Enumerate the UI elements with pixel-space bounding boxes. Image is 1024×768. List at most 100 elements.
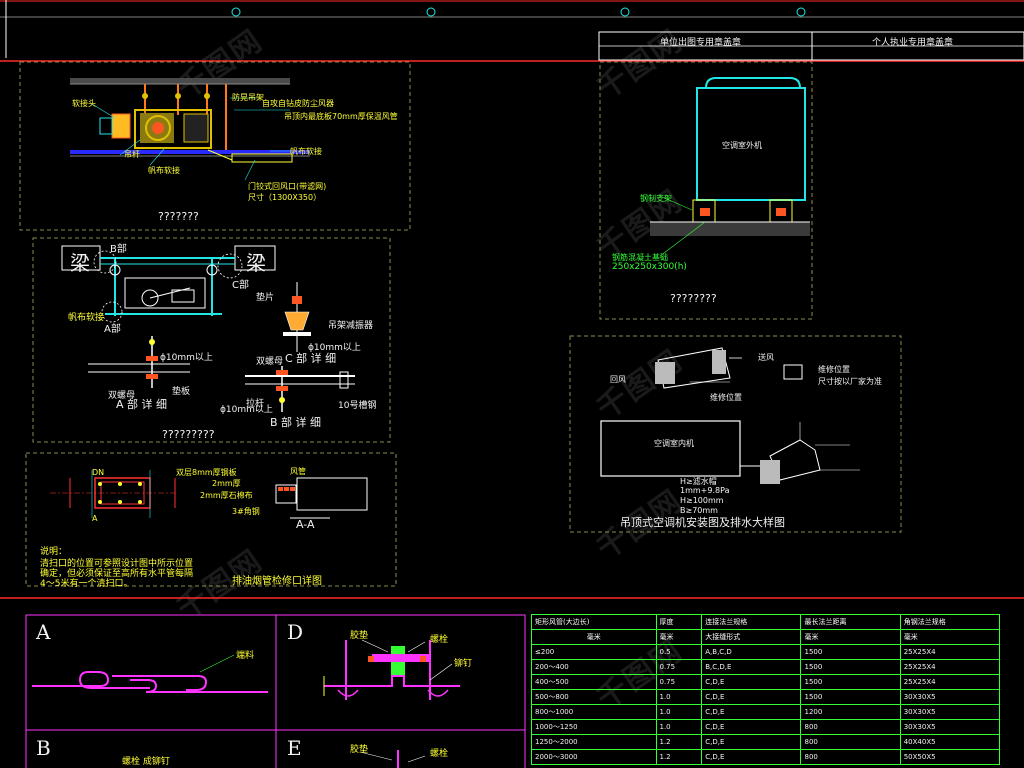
table-cell: B,C,D,E: [701, 659, 802, 675]
detail1-label: 吊顶内最底板70mm厚保温风管: [284, 112, 398, 121]
detail2-label: A部: [104, 324, 121, 335]
detail2-label: B部: [110, 244, 127, 255]
beam-left-label: 梁: [70, 251, 90, 275]
table-cell: 800: [800, 734, 901, 750]
detail1-label: 尺寸（1300X350）: [248, 193, 322, 202]
table-cell: 200～400: [531, 659, 657, 675]
detail2-label: C部: [232, 280, 249, 291]
detail3-caption: 排油烟管检修口详图: [232, 576, 322, 587]
table-unit: 毫米: [899, 629, 1001, 645]
table-cell: C,D,E: [701, 704, 802, 720]
table-cell: 500～800: [531, 689, 657, 705]
table-header: 厚度: [655, 614, 703, 630]
detail5-label: H≥100mm: [680, 496, 724, 505]
detail5-label: 尺寸按以厂家为准: [818, 377, 882, 386]
detail1-label: 帆布软接: [148, 166, 180, 175]
joint-d-label: 螺栓: [430, 635, 449, 645]
table-cell: 50X50X5: [899, 749, 1001, 765]
indoor-unit-label: 空调室内机: [654, 439, 694, 448]
table-cell: ≤200: [531, 644, 657, 660]
table-row: ≤200 0.5 A,B,C,D 1500 25X25X4: [531, 644, 1001, 660]
table-cell: C,D,E: [701, 674, 802, 690]
joint-a-label: 端料: [236, 651, 255, 661]
table-header: 最长法兰距离: [800, 614, 901, 630]
table-header: 矩形风管(大边长): [531, 614, 657, 630]
table-cell: C,D,E: [701, 719, 802, 735]
beam-right-label: 梁: [246, 251, 266, 275]
table-cell: 800: [800, 749, 901, 765]
table-row: 800～1000 1.0 C,D,E 1200 30X30X5: [531, 704, 1001, 720]
detail2-label: B 部 详 细: [270, 416, 322, 429]
detail3-label: 3#角钢: [232, 507, 260, 516]
detail2-label: C 部 详 细: [285, 352, 337, 365]
detail5-label: 1mm+9.8Pa: [680, 486, 730, 495]
table-cell: 2000～3000: [531, 749, 657, 765]
table-cell: 25X25X4: [899, 659, 1001, 675]
detail2-label: ϕ10mm以上: [160, 353, 213, 363]
table-cell: 0.5: [655, 644, 703, 660]
detail3-label: DN: [92, 468, 105, 477]
table-unit: 毫米: [800, 629, 901, 645]
table-cell: 1500: [800, 689, 901, 705]
detail2-label-phi: ϕ10mm以上: [220, 405, 273, 415]
table-cell: 0.75: [655, 659, 703, 675]
section-aa-label: A-A: [296, 518, 315, 531]
detail2-label: 双螺母: [256, 357, 284, 367]
detail5-label: 维修位置: [710, 393, 742, 402]
detail5-label: 维修位置: [818, 365, 850, 374]
joint-e-label: 胶垫: [350, 745, 369, 755]
table-cell: 0.75: [655, 674, 703, 690]
joint-d-label: 铆钉: [454, 659, 473, 669]
table-cell: 30X30X5: [899, 689, 1001, 705]
detail1-label: 吊杆: [124, 150, 140, 159]
unit-seal-label: 单位出图专用章盖章: [660, 38, 742, 48]
outdoor-unit-label: 空调室外机: [722, 141, 762, 150]
joint-letter-e: E: [287, 736, 302, 760]
table-cell: 1.2: [655, 734, 703, 750]
detail5-caption: 吊顶式空调机安装图及排水大样图: [620, 516, 785, 529]
detail2-label: 垫片: [256, 293, 275, 303]
table-cell: 800: [800, 719, 901, 735]
detail4-label: 钢制支架: [640, 194, 672, 203]
detail2-caption: ?????????: [162, 428, 215, 441]
table-cell: 1200: [800, 704, 901, 720]
table-cell: 1.0: [655, 689, 703, 705]
table-row: 400～500 0.75 C,D,E 1500 25X25X4: [531, 674, 1001, 690]
detail3-label: A: [92, 514, 98, 523]
detail2-label: 垫板: [172, 387, 191, 397]
personal-seal-label: 个人执业专用章盖章: [872, 38, 954, 48]
detail1-label: 自攻自钻皮防尘风器: [262, 99, 334, 108]
table-cell: 1500: [800, 644, 901, 660]
table-cell: 25X25X4: [899, 674, 1001, 690]
table-cell: 400～500: [531, 674, 657, 690]
table-cell: 30X30X5: [899, 704, 1001, 720]
detail4-caption: ????????: [670, 292, 717, 305]
table-cell: 40X40X5: [899, 734, 1001, 750]
table-cell: 1250～2000: [531, 734, 657, 750]
detail2-label: 帆布软接: [68, 313, 105, 323]
table-cell: 1500: [800, 659, 901, 675]
table-unit: 毫米: [531, 629, 657, 645]
detail3-label: 2mm厚: [212, 479, 241, 488]
table-unit: 大接缝形式: [701, 629, 802, 645]
duct-spec-table: 矩形风管(大边长) 厚度 连接法兰规格 最长法兰距离 角钢法兰规格 毫米 毫米 …: [531, 614, 1001, 765]
table-header: 角钢法兰规格: [899, 614, 1001, 630]
joint-b-label: 螺栓 成铆钉: [122, 757, 170, 767]
detail3-label: 双层8mm厚钢板: [176, 468, 237, 477]
table-cell: 30X30X5: [899, 719, 1001, 735]
detail1-label: 防晃吊架: [232, 93, 264, 102]
table-cell: C,D,E: [701, 689, 802, 705]
table-header: 连接法兰规格: [701, 614, 802, 630]
table-row: 2000～3000 1.2 C,D,E 800 50X50X5: [531, 749, 1001, 765]
joint-letter-d: D: [287, 620, 304, 644]
table-cell: 1.2: [655, 749, 703, 765]
detail2-label: 吊架减振器: [328, 321, 374, 331]
table-cell: C,D,E: [701, 749, 802, 765]
table-unit: 毫米: [655, 629, 703, 645]
detail1-label: 门铰式回风口(带滤网): [248, 182, 327, 191]
table-cell: 1.0: [655, 704, 703, 720]
detail1-label: 软接头: [72, 99, 96, 108]
detail3-label: 2mm厚石棉布: [200, 491, 253, 500]
table-cell: 1500: [800, 674, 901, 690]
detail2-label: A 部 详 细: [116, 398, 168, 411]
